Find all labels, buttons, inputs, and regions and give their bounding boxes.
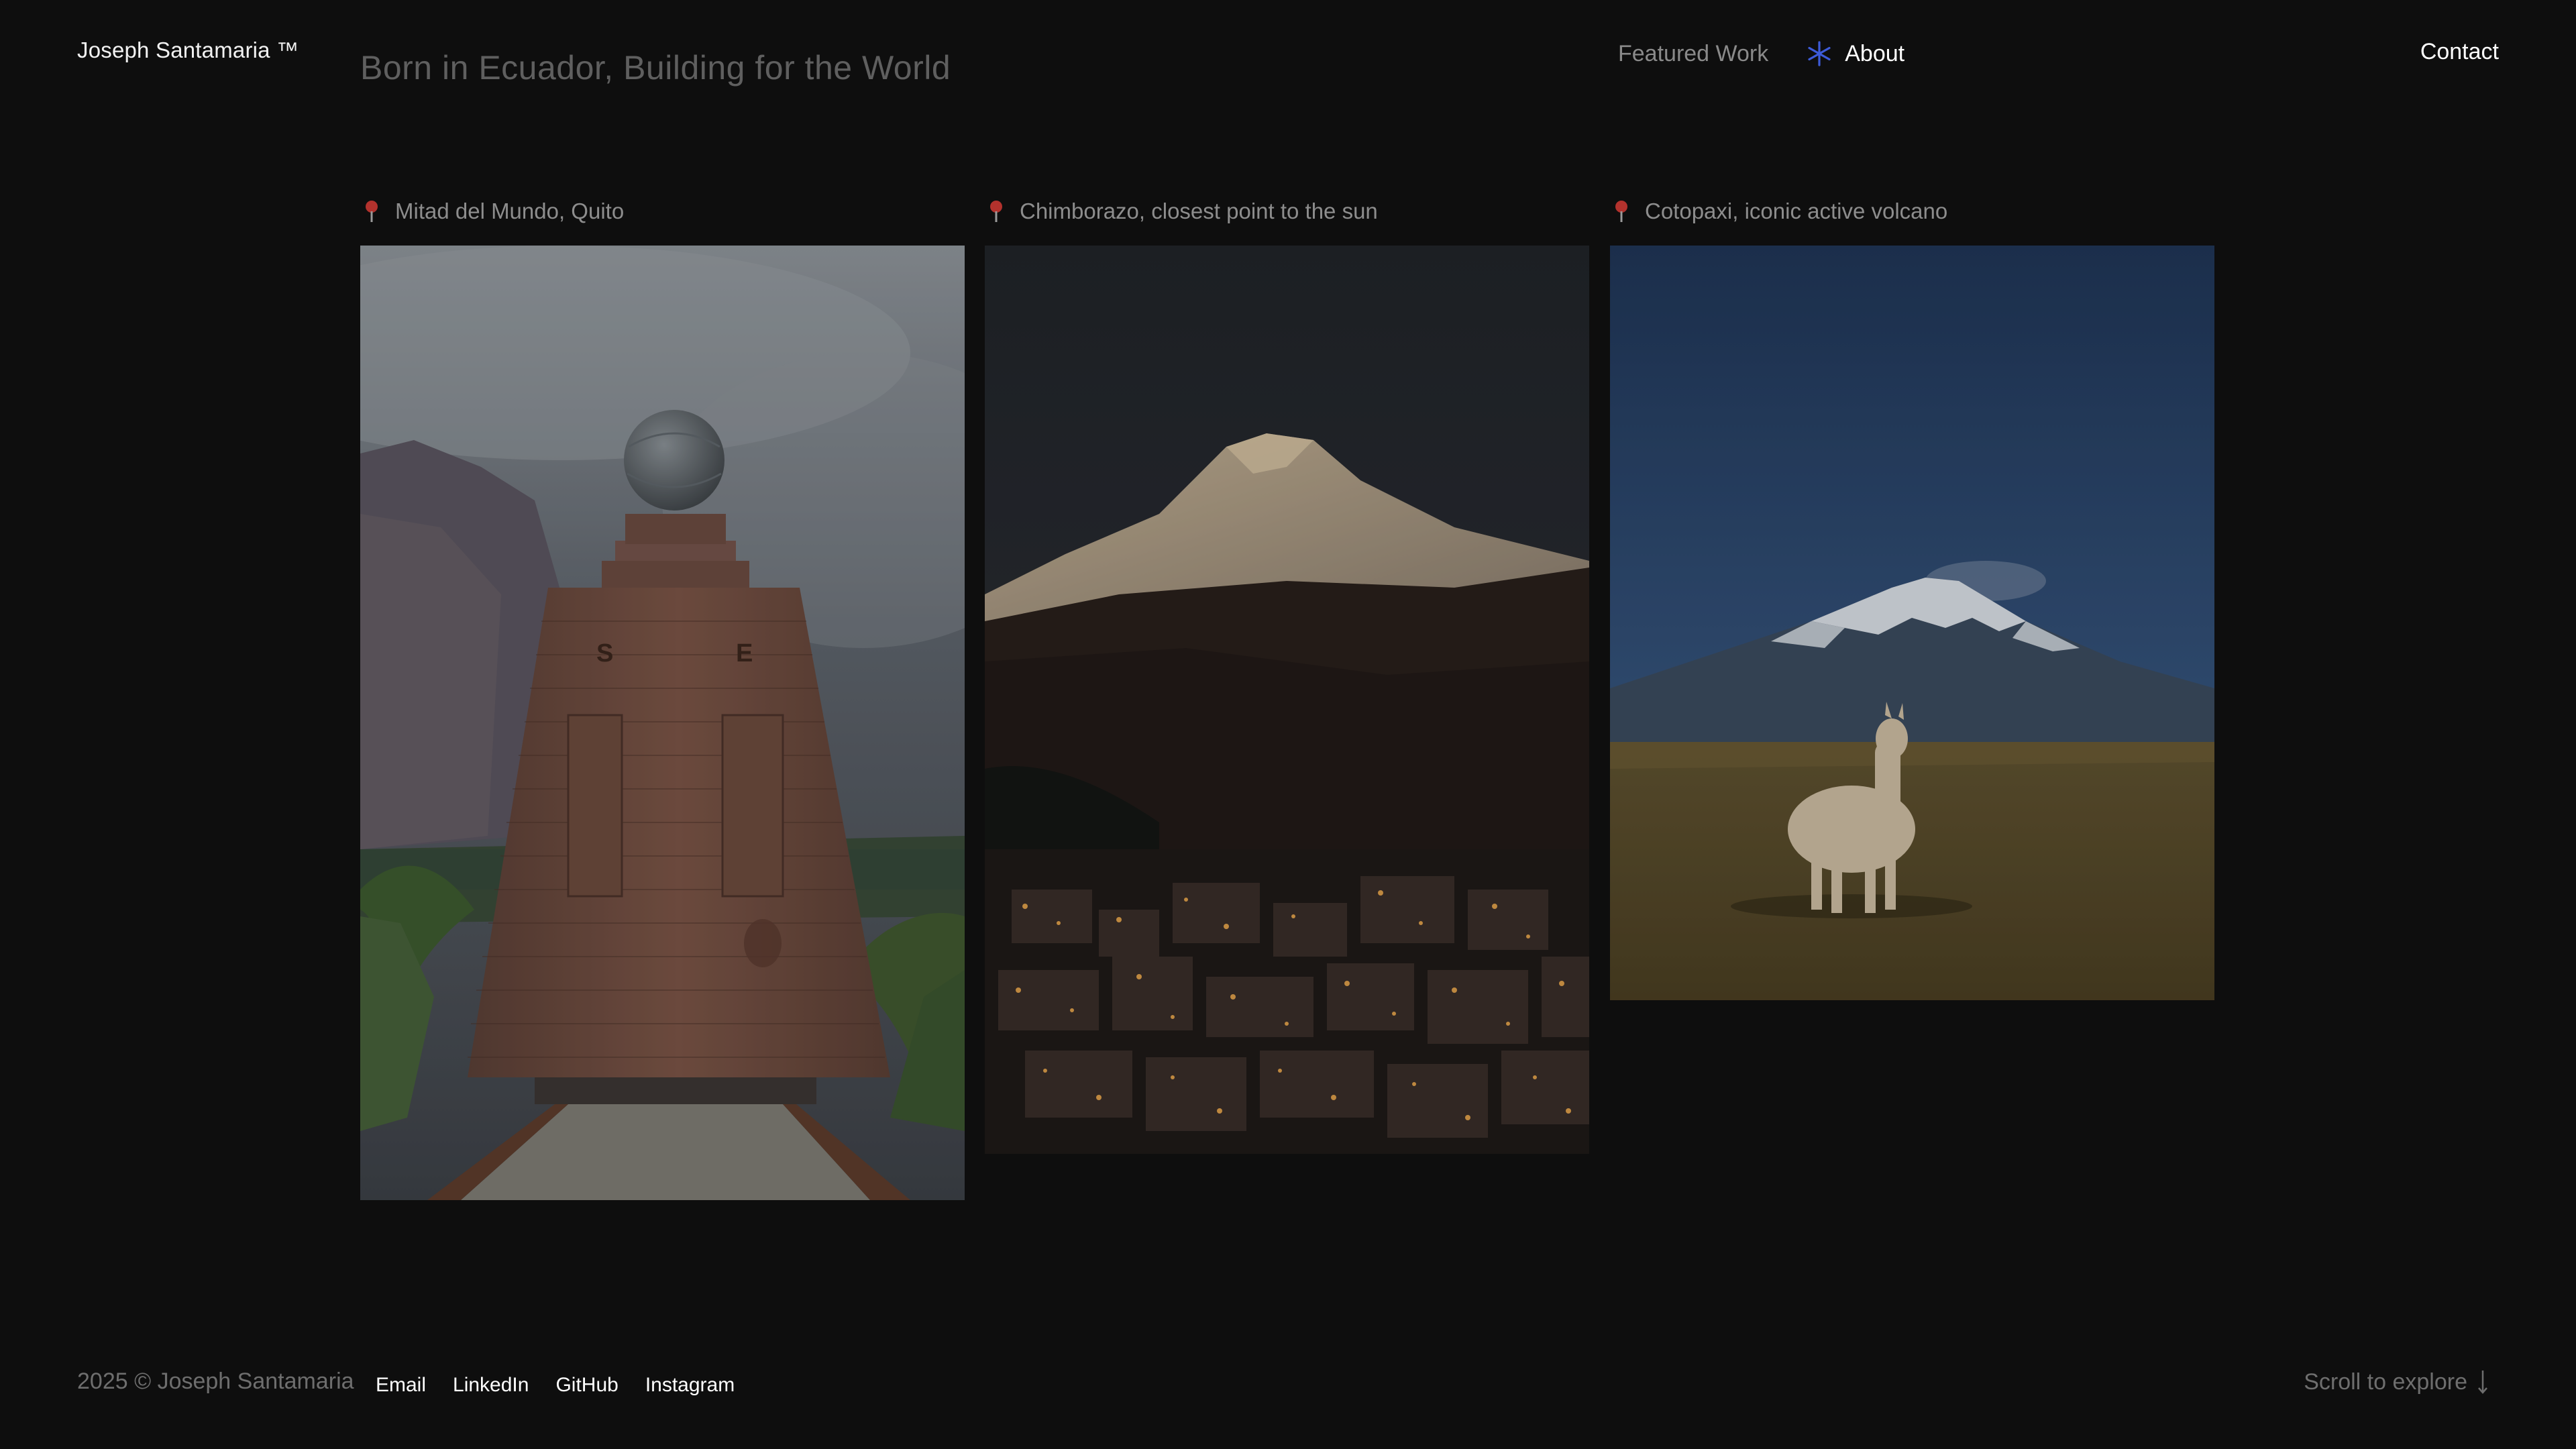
card-caption-text: Chimborazo, closest point to the sun bbox=[1020, 199, 1378, 223]
card-caption: Cotopaxi, iconic active volcano bbox=[1610, 195, 2214, 228]
gallery-card-chimborazo[interactable]: Chimborazo, closest point to the sun bbox=[985, 195, 1589, 1154]
nav-about-label: About bbox=[1845, 40, 1905, 66]
footer-copyright: 2025 © Joseph Santamaria bbox=[77, 1368, 354, 1394]
pin-icon bbox=[990, 201, 1002, 222]
gallery-card-mitad-del-mundo[interactable]: Mitad del Mundo, Quito S E bbox=[360, 195, 965, 1200]
gallery-card-cotopaxi[interactable]: Cotopaxi, iconic active volcano bbox=[1610, 195, 2214, 1000]
arrow-down-icon bbox=[2478, 1371, 2487, 1394]
pin-icon bbox=[1615, 201, 1627, 222]
scroll-hint[interactable]: Scroll to explore bbox=[2304, 1368, 2489, 1395]
pin-icon bbox=[366, 201, 378, 222]
nav-about[interactable]: About bbox=[1806, 40, 1904, 67]
scroll-hint-label: Scroll to explore bbox=[2304, 1368, 2467, 1395]
instagram-link[interactable]: Instagram bbox=[645, 1374, 735, 1397]
card-caption: Mitad del Mundo, Quito bbox=[360, 195, 965, 228]
main-nav: Featured Work About bbox=[1618, 40, 1904, 67]
card-caption-text: Cotopaxi, iconic active volcano bbox=[1645, 199, 1948, 223]
email-link[interactable]: Email bbox=[376, 1374, 426, 1397]
nav-featured-work[interactable]: Featured Work bbox=[1618, 41, 1768, 67]
photo-mitad-del-mundo: S E bbox=[360, 246, 965, 1200]
linkedin-link[interactable]: LinkedIn bbox=[453, 1374, 529, 1397]
brand-logo[interactable]: Joseph Santamaria ™ bbox=[77, 38, 299, 63]
photo-chimborazo bbox=[985, 246, 1589, 1154]
page: Joseph Santamaria ™ Born in Ecuador, Bui… bbox=[0, 0, 2576, 1449]
card-caption-text: Mitad del Mundo, Quito bbox=[395, 199, 625, 223]
github-link[interactable]: GitHub bbox=[555, 1374, 618, 1397]
contact-link[interactable]: Contact bbox=[2420, 39, 2499, 65]
page-headline: Born in Ecuador, Building for the World bbox=[360, 49, 951, 87]
photo-cotopaxi bbox=[1610, 246, 2214, 1000]
card-caption: Chimborazo, closest point to the sun bbox=[985, 195, 1589, 228]
social-links: Email LinkedIn GitHub Instagram bbox=[376, 1374, 761, 1397]
asterisk-icon bbox=[1808, 41, 1831, 66]
